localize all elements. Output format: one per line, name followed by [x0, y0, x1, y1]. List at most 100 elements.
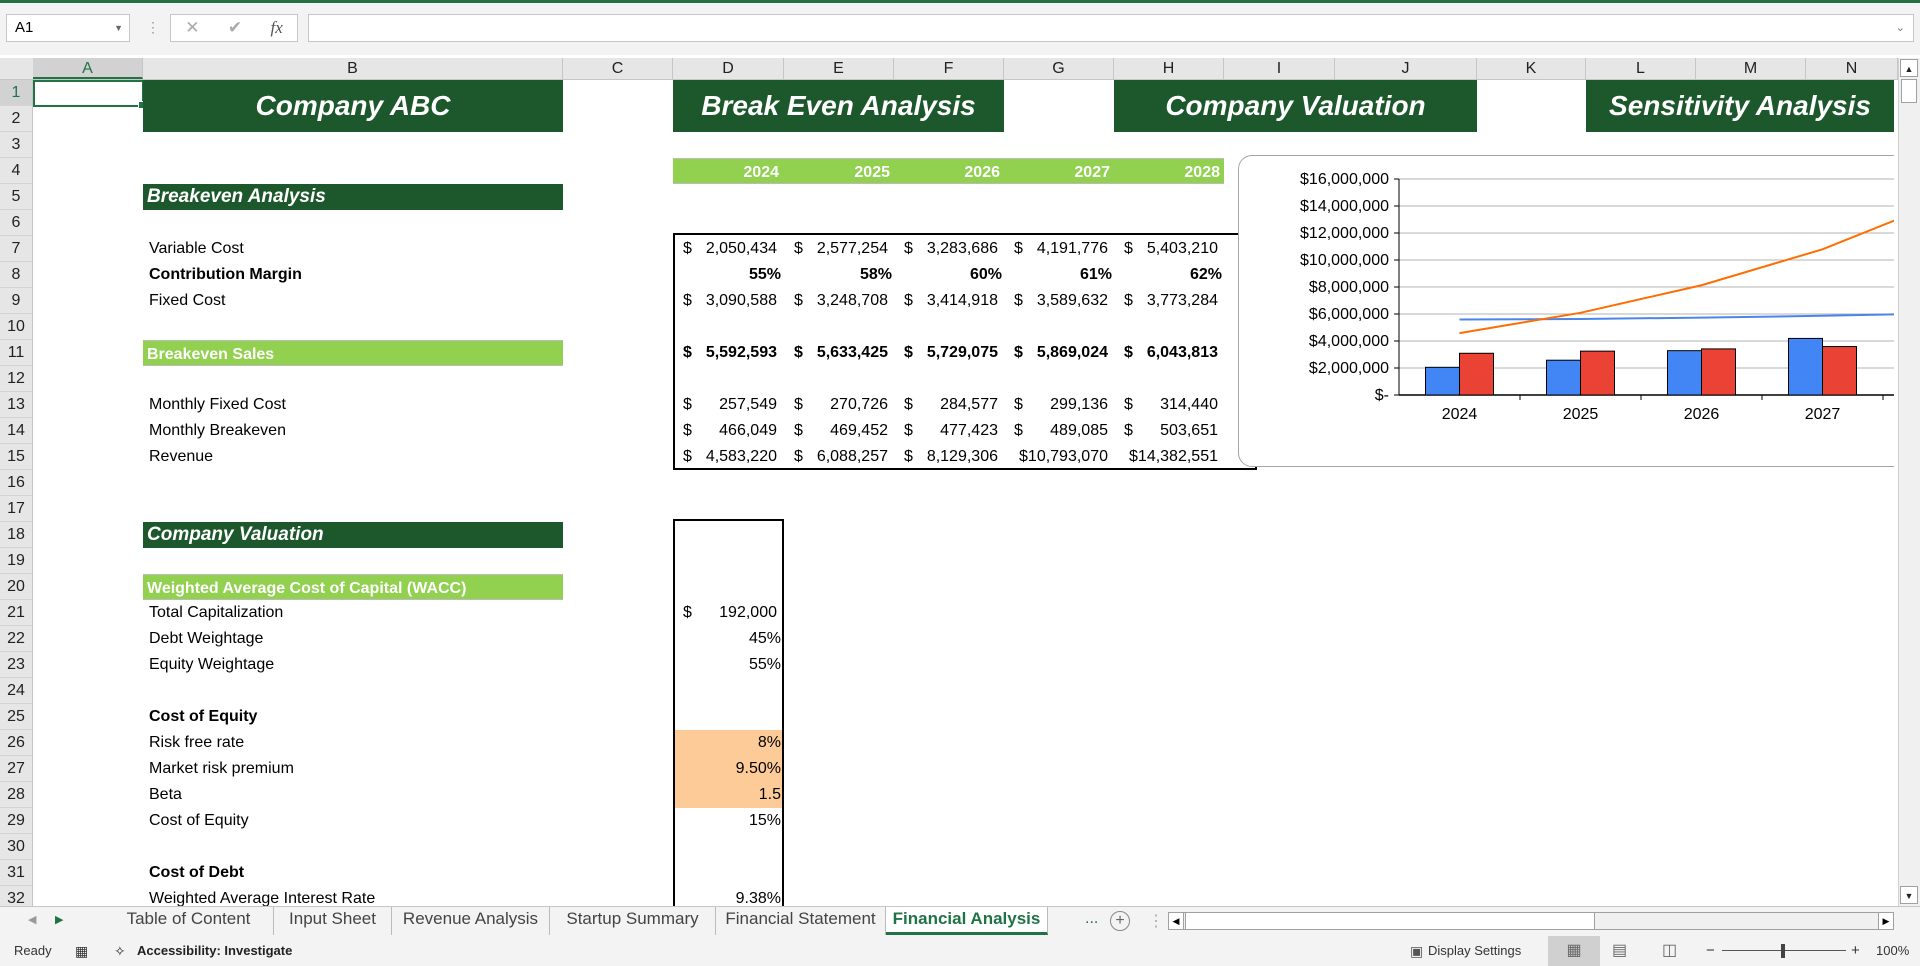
- value-variable-cost-2027[interactable]: $4,191,776: [1004, 236, 1114, 262]
- value-contribution-margin-2027[interactable]: 61%: [1004, 262, 1114, 288]
- value-contribution-margin-2026[interactable]: 60%: [894, 262, 1004, 288]
- row-header-12[interactable]: 12: [0, 366, 32, 392]
- value-revenue-2027[interactable]: $10,793,070: [1004, 444, 1114, 470]
- value-monthly-fixed-cost-2026[interactable]: $284,577: [894, 392, 1004, 418]
- value-monthly-breakeven-2025[interactable]: $469,452: [784, 418, 894, 444]
- row-header-22[interactable]: 22: [0, 626, 32, 652]
- row-header-3[interactable]: 3: [0, 132, 32, 158]
- column-header-g[interactable]: G: [1004, 58, 1114, 79]
- row-header-32[interactable]: 32: [0, 886, 32, 906]
- value-breakeven-sales-2026[interactable]: $5,729,075: [894, 340, 1004, 366]
- value-revenue-2028[interactable]: $14,382,551: [1114, 444, 1224, 470]
- row-header-4[interactable]: 4: [0, 158, 32, 184]
- row-header-31[interactable]: 31: [0, 860, 32, 886]
- value-monthly-fixed-cost-2027[interactable]: $299,136: [1004, 392, 1114, 418]
- column-header-h[interactable]: H: [1114, 58, 1224, 79]
- selected-cell-a1[interactable]: [33, 80, 146, 109]
- value-fixed-cost-2026[interactable]: $3,414,918: [894, 288, 1004, 314]
- value-variable-cost-2025[interactable]: $2,577,254: [784, 236, 894, 262]
- value-monthly-breakeven-2024[interactable]: $466,049: [673, 418, 783, 444]
- row-header-8[interactable]: 8: [0, 262, 32, 288]
- accessibility-icon[interactable]: ✧: [114, 936, 126, 966]
- value-equity-weightage[interactable]: 55%: [673, 652, 783, 678]
- sheet-tab-table-of-content[interactable]: Table of Content: [104, 907, 274, 935]
- value-weighted-interest-rate[interactable]: 9.38%: [673, 886, 783, 906]
- row-header-7[interactable]: 7: [0, 236, 32, 262]
- tab-splitter-icon[interactable]: ⋮: [1148, 911, 1164, 931]
- row-header-16[interactable]: 16: [0, 470, 32, 496]
- row-header-11[interactable]: 11: [0, 340, 32, 366]
- value-contribution-margin-2025[interactable]: 58%: [784, 262, 894, 288]
- row-header-17[interactable]: 17: [0, 496, 32, 522]
- column-header-n[interactable]: N: [1806, 58, 1898, 79]
- row-header-15[interactable]: 15: [0, 444, 32, 470]
- value-monthly-breakeven-2028[interactable]: $503,651: [1114, 418, 1224, 444]
- column-header-k[interactable]: K: [1477, 58, 1586, 79]
- row-header-20[interactable]: 20: [0, 574, 32, 600]
- column-header-m[interactable]: M: [1696, 58, 1806, 79]
- value-market-risk-premium[interactable]: 9.50%: [673, 756, 783, 782]
- value-fixed-cost-2024[interactable]: $3,090,588: [673, 288, 783, 314]
- horizontal-scrollbar[interactable]: ◀ ▶: [1168, 912, 1894, 930]
- value-debt-weightage[interactable]: 45%: [673, 626, 783, 652]
- value-fixed-cost-2027[interactable]: $3,589,632: [1004, 288, 1114, 314]
- more-sheets-button[interactable]: ...: [1085, 910, 1098, 928]
- value-fixed-cost-2028[interactable]: $3,773,284: [1114, 288, 1224, 314]
- value-monthly-fixed-cost-2028[interactable]: $314,440: [1114, 392, 1224, 418]
- row-header-1[interactable]: 1: [0, 80, 32, 106]
- chevron-down-icon[interactable]: ▼: [114, 15, 123, 41]
- row-header-21[interactable]: 21: [0, 600, 32, 626]
- prev-sheet-icon[interactable]: ◀: [28, 913, 36, 926]
- column-header-l[interactable]: L: [1586, 58, 1696, 79]
- value-total-capitalization[interactable]: $ 192,000: [673, 600, 783, 626]
- value-monthly-breakeven-2027[interactable]: $489,085: [1004, 418, 1114, 444]
- value-contribution-margin-2024[interactable]: 55%: [673, 262, 783, 288]
- page-break-preview-icon[interactable]: ◫: [1662, 936, 1677, 966]
- sheet-tab-financial-statement[interactable]: Financial Statement: [716, 907, 886, 935]
- value-breakeven-sales-2027[interactable]: $5,869,024: [1004, 340, 1114, 366]
- row-header-27[interactable]: 27: [0, 756, 32, 782]
- row-header-29[interactable]: 29: [0, 808, 32, 834]
- value-breakeven-sales-2028[interactable]: $6,043,813: [1114, 340, 1224, 366]
- column-header-b[interactable]: B: [143, 58, 563, 79]
- value-beta[interactable]: 1.5: [673, 782, 783, 808]
- row-header-24[interactable]: 24: [0, 678, 32, 704]
- row-header-9[interactable]: 9: [0, 288, 32, 314]
- value-variable-cost-2026[interactable]: $3,283,686: [894, 236, 1004, 262]
- column-header-d[interactable]: D: [673, 58, 784, 79]
- column-header-f[interactable]: F: [894, 58, 1004, 79]
- sheet-tab-revenue-analysis[interactable]: Revenue Analysis: [392, 907, 550, 935]
- row-header-10[interactable]: 10: [0, 314, 32, 340]
- page-layout-icon[interactable]: ▤: [1612, 936, 1627, 966]
- name-box[interactable]: A1 ▼: [6, 14, 130, 42]
- expand-formula-bar-icon[interactable]: ⌄: [1896, 21, 1905, 34]
- row-header-30[interactable]: 30: [0, 834, 32, 860]
- value-risk-free-rate[interactable]: 8%: [673, 730, 783, 756]
- vertical-scrollbar[interactable]: ▲ ▼: [1898, 58, 1920, 906]
- value-fixed-cost-2025[interactable]: $3,248,708: [784, 288, 894, 314]
- sheet-tab-startup-summary[interactable]: Startup Summary: [550, 907, 716, 935]
- vertical-scroll-thumb[interactable]: [1901, 79, 1917, 103]
- row-header-25[interactable]: 25: [0, 704, 32, 730]
- column-header-e[interactable]: E: [784, 58, 894, 79]
- row-header-18[interactable]: 18: [0, 522, 32, 548]
- display-settings-button[interactable]: Display Settings: [1428, 936, 1521, 966]
- row-header-19[interactable]: 19: [0, 548, 32, 574]
- zoom-in-button[interactable]: +: [1851, 936, 1860, 966]
- zoom-level[interactable]: 100%: [1876, 936, 1909, 966]
- value-breakeven-sales-2025[interactable]: $5,633,425: [784, 340, 894, 366]
- next-sheet-icon[interactable]: ▶: [55, 913, 63, 926]
- sheet-tab-input-sheet[interactable]: Input Sheet: [274, 907, 392, 935]
- insert-function-icon[interactable]: fx: [271, 18, 283, 38]
- column-header-i[interactable]: I: [1224, 58, 1335, 79]
- formula-input[interactable]: ⌄: [308, 14, 1914, 42]
- normal-view-icon[interactable]: ▦: [1548, 936, 1600, 966]
- value-monthly-breakeven-2026[interactable]: $477,423: [894, 418, 1004, 444]
- column-header-j[interactable]: J: [1335, 58, 1477, 79]
- row-header-28[interactable]: 28: [0, 782, 32, 808]
- zoom-out-button[interactable]: −: [1706, 936, 1715, 966]
- scroll-up-icon[interactable]: ▲: [1900, 59, 1918, 77]
- sheet-tab-financial-analysis[interactable]: Financial Analysis: [886, 907, 1048, 935]
- row-header-6[interactable]: 6: [0, 210, 32, 236]
- cancel-icon[interactable]: ✕: [185, 18, 199, 38]
